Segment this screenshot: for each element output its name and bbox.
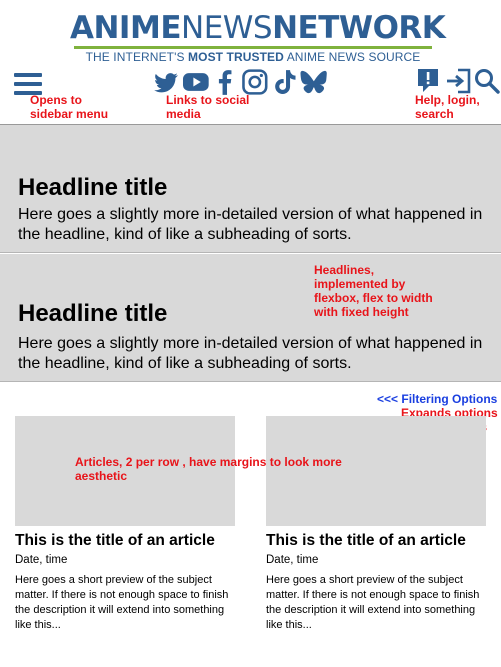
- social-annotation: Links to social media: [166, 93, 250, 121]
- logo-tagline: THE INTERNET'S MOST TRUSTED ANIME NEWS S…: [70, 50, 436, 64]
- site-logo[interactable]: ANIMENEWSNETWORK THE INTERNET'S MOST TRU…: [70, 10, 446, 64]
- article-date: Date, time: [266, 554, 319, 566]
- social-links: [152, 68, 328, 96]
- logo-word-anime: ANIME: [70, 10, 182, 46]
- utility-icons: [414, 68, 500, 96]
- headline-card[interactable]: Headline title Here goes a slightly more…: [0, 125, 501, 253]
- article-preview: Here goes a short preview of the subject…: [266, 574, 480, 631]
- article-date: Date, time: [15, 554, 68, 566]
- logo-wordmark: ANIMENEWSNETWORK: [70, 10, 446, 46]
- search-icon[interactable]: [474, 68, 500, 94]
- tagline-part-3: ANIME NEWS SOURCE: [283, 50, 421, 64]
- tiktok-icon[interactable]: [271, 68, 299, 96]
- article-preview: Here goes a short preview of the subject…: [15, 574, 229, 631]
- twitter-icon[interactable]: [152, 68, 180, 96]
- instagram-icon[interactable]: [241, 68, 269, 96]
- headlines-annotation: Headlines, implemented by flexbox, flex …: [314, 263, 433, 319]
- menu-annotation: Opens to sidebar menu: [30, 93, 109, 121]
- article-title[interactable]: This is the title of an article: [15, 532, 235, 550]
- article-card[interactable]: This is the title of an article Date, ti…: [15, 416, 235, 633]
- articles-annotation: Articles, 2 per row , have margins to lo…: [75, 455, 342, 483]
- facebook-icon[interactable]: [211, 68, 239, 96]
- hamburger-menu-icon[interactable]: [14, 73, 42, 95]
- tagline-part-1: THE INTERNET'S: [85, 50, 189, 64]
- logo-underline: [74, 46, 432, 49]
- logo-word-network: NETWORK: [272, 10, 446, 46]
- utility-annotation: Help, login, search: [415, 93, 480, 121]
- login-icon[interactable]: [446, 68, 472, 94]
- youtube-icon[interactable]: [182, 68, 210, 96]
- bluesky-icon[interactable]: [300, 68, 328, 96]
- logo-word-news: NEWS: [181, 10, 273, 46]
- help-icon[interactable]: [416, 68, 440, 94]
- tagline-part-2: MOST TRUSTED: [188, 50, 284, 64]
- headline-title[interactable]: Headline title: [18, 300, 167, 328]
- article-card[interactable]: This is the title of an article Date, ti…: [266, 416, 486, 633]
- headline-subtitle: Here goes a slightly more in-detailed ve…: [18, 335, 483, 372]
- headline-subtitle: Here goes a slightly more in-detailed ve…: [18, 206, 483, 243]
- filtering-options-link[interactable]: <<< Filtering Options: [377, 392, 497, 406]
- article-title[interactable]: This is the title of an article: [266, 532, 486, 550]
- headline-title[interactable]: Headline title: [18, 174, 167, 202]
